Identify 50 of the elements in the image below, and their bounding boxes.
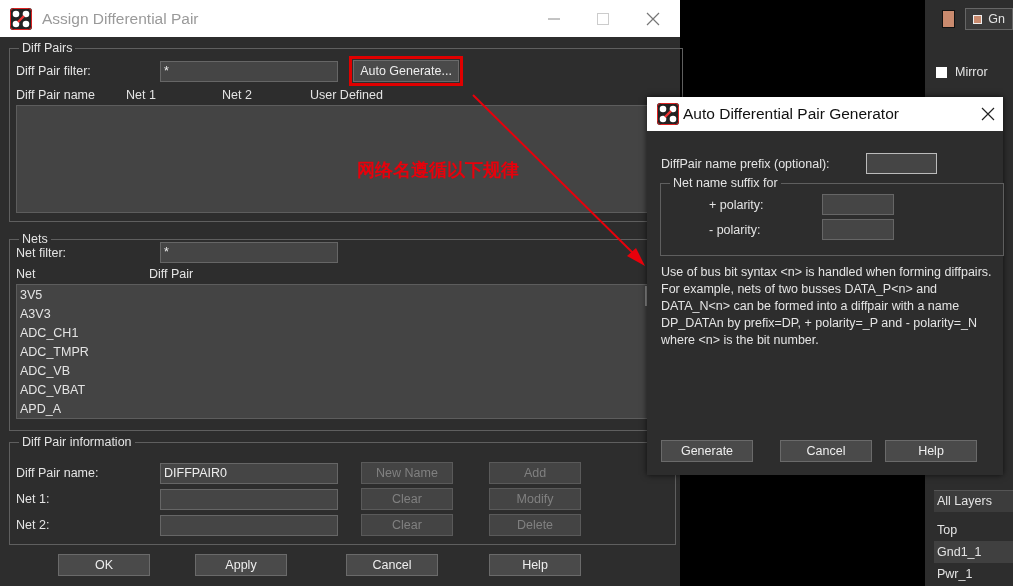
field-label: Diff Pair name: bbox=[16, 466, 100, 480]
layer-item[interactable]: Top bbox=[934, 519, 1013, 541]
color-swatch[interactable] bbox=[942, 10, 956, 28]
field-label: Net 1: bbox=[16, 492, 51, 506]
close-icon[interactable] bbox=[981, 107, 995, 121]
group-title: Nets bbox=[21, 232, 49, 246]
dialog-button[interactable]: Help bbox=[489, 554, 581, 576]
dialog-button[interactable]: Generate bbox=[661, 440, 753, 462]
suffix-field[interactable] bbox=[822, 219, 894, 240]
field-label: + polarity: bbox=[708, 197, 765, 212]
maximize-icon[interactable] bbox=[597, 12, 609, 25]
field-label: Net 2: bbox=[16, 518, 51, 532]
filter-label: Net filter: bbox=[16, 245, 67, 260]
dialog-button[interactable]: Help bbox=[885, 440, 977, 462]
prefix-field[interactable] bbox=[866, 153, 937, 174]
column-header: Net 2 bbox=[222, 88, 252, 102]
filter-field[interactable]: * bbox=[160, 60, 338, 82]
annotation-text: 网络名遵循以下规律 bbox=[357, 158, 519, 182]
window-title: Assign Differential Pair bbox=[42, 9, 200, 28]
group-title: Diff Pair information bbox=[21, 435, 133, 449]
dialog-button[interactable]: Apply bbox=[195, 554, 287, 576]
auto-generate-button[interactable]: Auto Generate... bbox=[353, 60, 459, 82]
column-header: Diff Pair name bbox=[16, 88, 95, 102]
layer-item[interactable]: Pwr_1 bbox=[934, 563, 1013, 585]
layer-button[interactable]: Gn bbox=[965, 8, 1013, 30]
column-header: User Defined bbox=[310, 88, 383, 102]
layer-filter[interactable]: All Layers bbox=[934, 490, 1013, 512]
text-field[interactable] bbox=[160, 514, 338, 536]
column-header: Net bbox=[16, 267, 36, 281]
help-paragraph: Use of bus bit syntax <n> is handled when forming diffpairs. For example, nets of two busses DATA_P<n> and DATA_N<n> can be formed into a diffpair with a name DP_DATAn by prefix=DP, + polarity=_P and - polarity=_N where <n> is the bit number. bbox=[661, 264, 993, 349]
layer-item[interactable]: Gnd1_1 bbox=[934, 541, 1013, 563]
dialog-button[interactable]: OK bbox=[58, 554, 150, 576]
column-header: Diff Pair bbox=[149, 267, 194, 281]
dialog-button[interactable]: Cancel bbox=[780, 440, 872, 462]
suffix-field[interactable] bbox=[822, 194, 894, 215]
app-icon bbox=[657, 103, 679, 125]
group-title: Net name suffix for bbox=[672, 176, 779, 190]
group-title: Diff Pairs bbox=[21, 41, 74, 55]
text-field[interactable] bbox=[160, 488, 338, 510]
checkbox-label: Mirror bbox=[955, 65, 988, 79]
app-icon bbox=[10, 7, 32, 30]
column-header: Net 1 bbox=[126, 88, 156, 102]
field-label: DiffPair name prefix (optional): bbox=[661, 156, 831, 171]
field-label: - polarity: bbox=[708, 222, 762, 237]
filter-field[interactable]: * bbox=[160, 242, 338, 263]
dialog-button[interactable]: Cancel bbox=[346, 554, 438, 576]
filter-label: Diff Pair filter: bbox=[16, 64, 92, 78]
window-title: Auto Differential Pair Generator bbox=[683, 105, 900, 123]
text-field[interactable]: DIFFPAIR0 bbox=[160, 462, 338, 484]
mirror-checkbox[interactable] bbox=[936, 66, 947, 78]
